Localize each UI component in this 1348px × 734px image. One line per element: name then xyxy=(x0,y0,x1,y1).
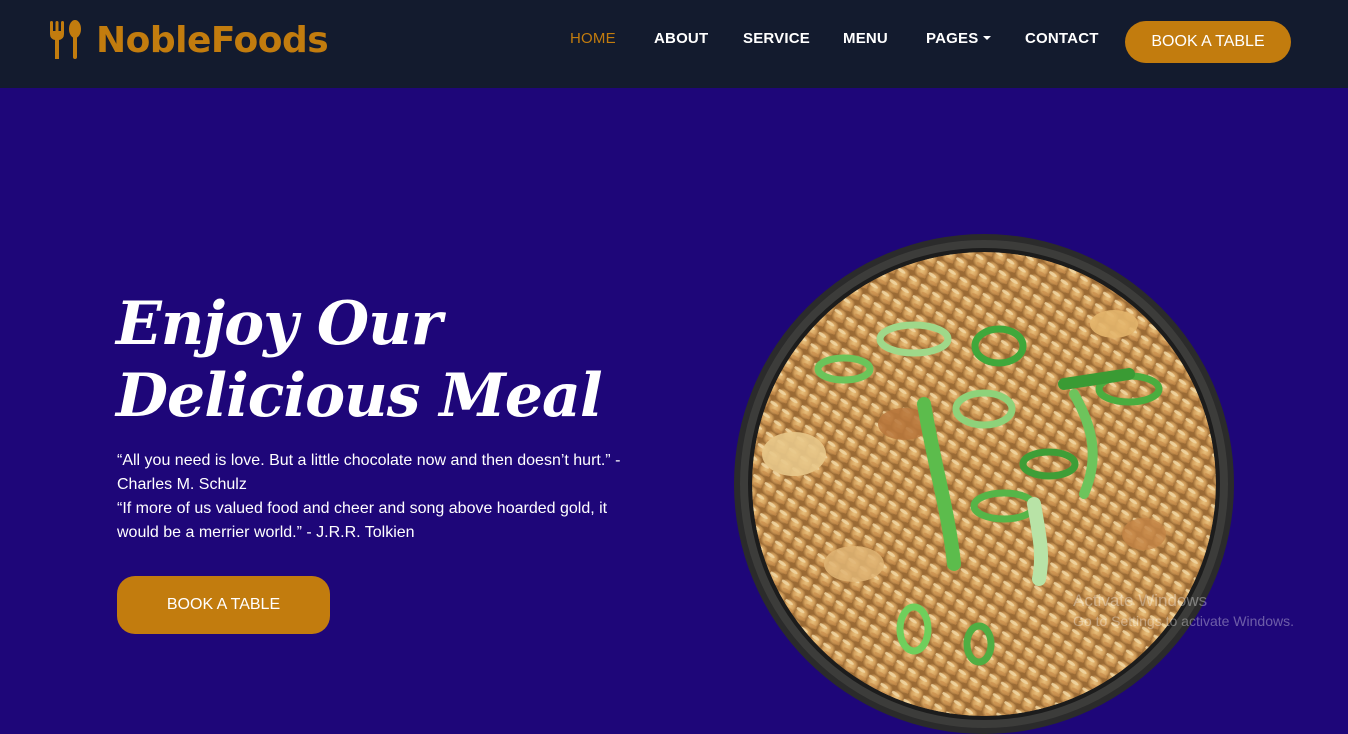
chevron-down-icon xyxy=(983,36,992,40)
nav-contact[interactable]: CONTACT xyxy=(1025,30,1099,47)
windows-activation-watermark: Activate Windows Go to Settings to activ… xyxy=(1073,591,1294,629)
nav-menu[interactable]: MENU xyxy=(843,30,888,47)
watermark-title: Activate Windows xyxy=(1073,591,1208,610)
nav-about[interactable]: ABOUT xyxy=(654,30,708,47)
nav-pages-label: PAGES xyxy=(926,30,979,47)
fried-rice-bowl-image xyxy=(734,234,1234,734)
hero-quotes: “All you need is love. But a little choc… xyxy=(117,449,637,545)
nav-pages-dropdown[interactable]: PAGES xyxy=(926,30,992,47)
hero-title: Enjoy Our Delicious Meal xyxy=(116,289,603,431)
nav-home[interactable]: HOME xyxy=(570,30,616,47)
watermark-subtitle: Go to Settings to activate Windows. xyxy=(1073,613,1294,629)
hero-book-table-button[interactable]: BOOK A TABLE xyxy=(117,576,330,634)
quote-schulz: “All you need is love. But a little choc… xyxy=(117,452,621,493)
quote-tolkien: “If more of us valued food and cheer and… xyxy=(117,500,608,541)
nav-book-table-button[interactable]: BOOK A TABLE xyxy=(1125,21,1291,63)
navbar: NobleFoods HOME ABOUT SERVICE MENU PAGES… xyxy=(0,0,1348,88)
utensils-icon xyxy=(50,20,81,59)
nav-service[interactable]: SERVICE xyxy=(743,30,810,47)
brand-name: NobleFoods xyxy=(96,19,329,61)
brand-logo[interactable]: NobleFoods xyxy=(48,18,329,62)
